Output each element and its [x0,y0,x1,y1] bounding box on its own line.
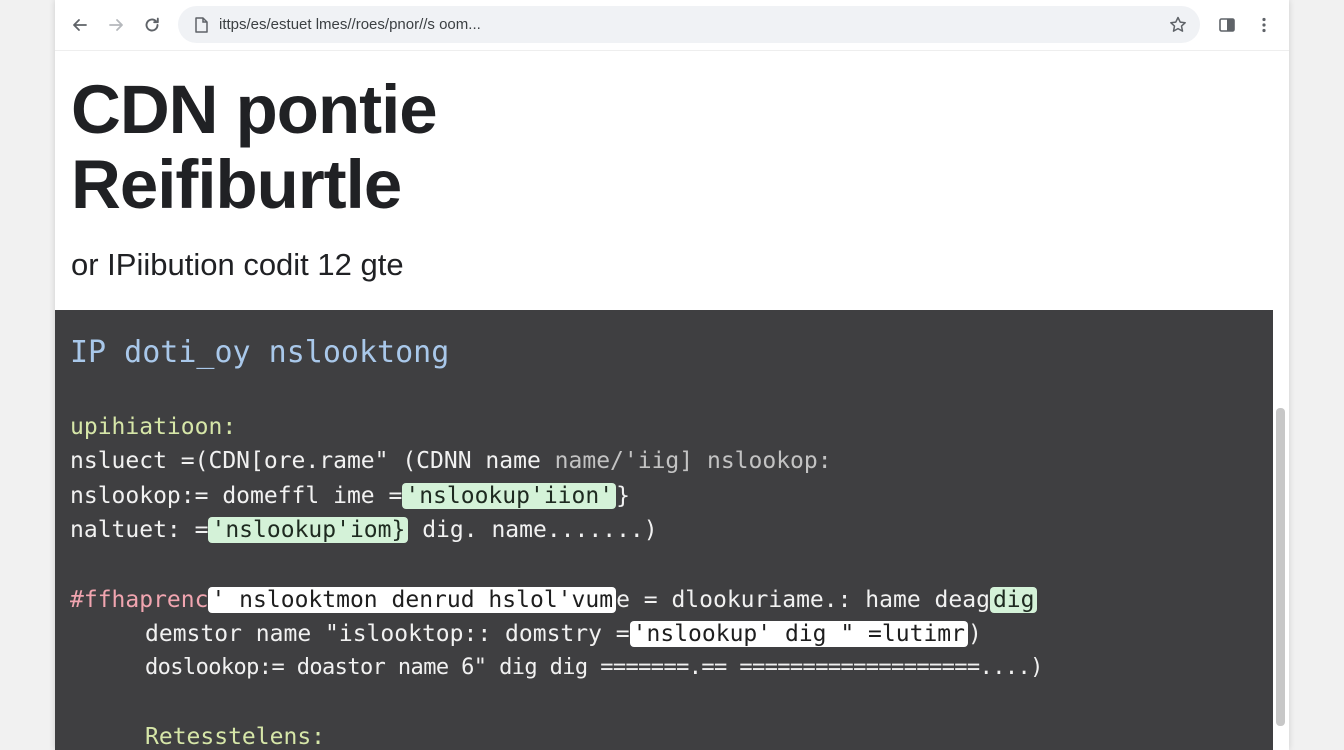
code-text: nsluect =(CDN[ore.rame" (CDNN name [70,448,555,474]
code-text: } [616,483,630,509]
code-section-label: upihiatioon: [70,414,237,440]
code-highlight: 'nslookup'iom} [208,517,409,543]
page-title: CDN pontie Reifiburtle [71,72,771,222]
code-line: nsluect =(CDN[ore.rame" (CDNN name name/… [70,445,832,477]
code-text: demstor name "islooktop:: domstry = [145,621,630,647]
sidebar-toggle-icon [1219,18,1235,32]
code-text: e = dlookuriame.: hame deag [616,587,990,613]
code-highlight: dig [989,587,1038,613]
url-text[interactable]: ittps/es/estuet lmes//roes/pnor//s oom..… [219,16,481,33]
back-button[interactable] [67,12,93,38]
code-highlight: 'nslookup' dig " =lutimr [629,621,968,647]
browser-menu-button[interactable] [1251,12,1277,38]
page-title-line1: CDN pontie [71,71,438,148]
page-title-line2: Reifiburtle [71,146,402,223]
reload-icon [145,17,159,32]
code-line: nslookop:= domeffl ime ='nslookup'iion'} [70,480,630,512]
code-text: nslookop:= domeffl ime = [70,483,403,509]
page-subtitle: or IPiibution codit 12 gte [71,247,404,282]
code-section-label: Retesstelens: [145,724,326,750]
code-line: demstor name "islooktop:: domstry ='nslo… [145,618,982,650]
sidebar-toggle-button[interactable] [1214,12,1240,38]
code-text: dig. name.......) [408,517,658,543]
star-icon[interactable] [1168,15,1188,35]
code-text-dim: name/'iig] nslookop: [554,448,832,474]
browser-toolbar: ittps/es/estuet lmes//roes/pnor//s oom..… [55,0,1289,51]
code-block: IP doti_oy nslooktong upihiatioon: nslue… [55,310,1273,750]
address-bar[interactable]: ittps/es/estuet lmes//roes/pnor//s oom..… [178,6,1200,43]
reload-button[interactable] [139,12,165,38]
scrollbar-thumb[interactable] [1276,408,1285,726]
code-comment: #ffhaprenc [70,587,209,613]
code-highlight: ' nslooktmon denrud hslol'vum [208,587,617,613]
kebab-menu-icon [1262,17,1266,33]
code-highlight: 'nslookup'iion' [402,483,617,509]
back-arrow-icon [73,19,87,31]
code-text: ) [968,621,982,647]
code-heading: IP doti_oy nslooktong [70,335,450,370]
code-line: #ffhaprenc ' nslooktmon denrud hslol'vum e… [70,584,1038,616]
code-text: naltuet: = [70,517,209,543]
page-info-icon[interactable] [192,16,210,34]
browser-window: ittps/es/estuet lmes//roes/pnor//s oom..… [55,0,1289,750]
code-line: naltuet: ='nslookup'iom} dig. name......… [70,514,658,546]
forward-button[interactable] [103,12,129,38]
code-line: doslookop:= doastor name 6" dig dig ====… [145,655,1043,680]
forward-arrow-icon [109,19,123,31]
